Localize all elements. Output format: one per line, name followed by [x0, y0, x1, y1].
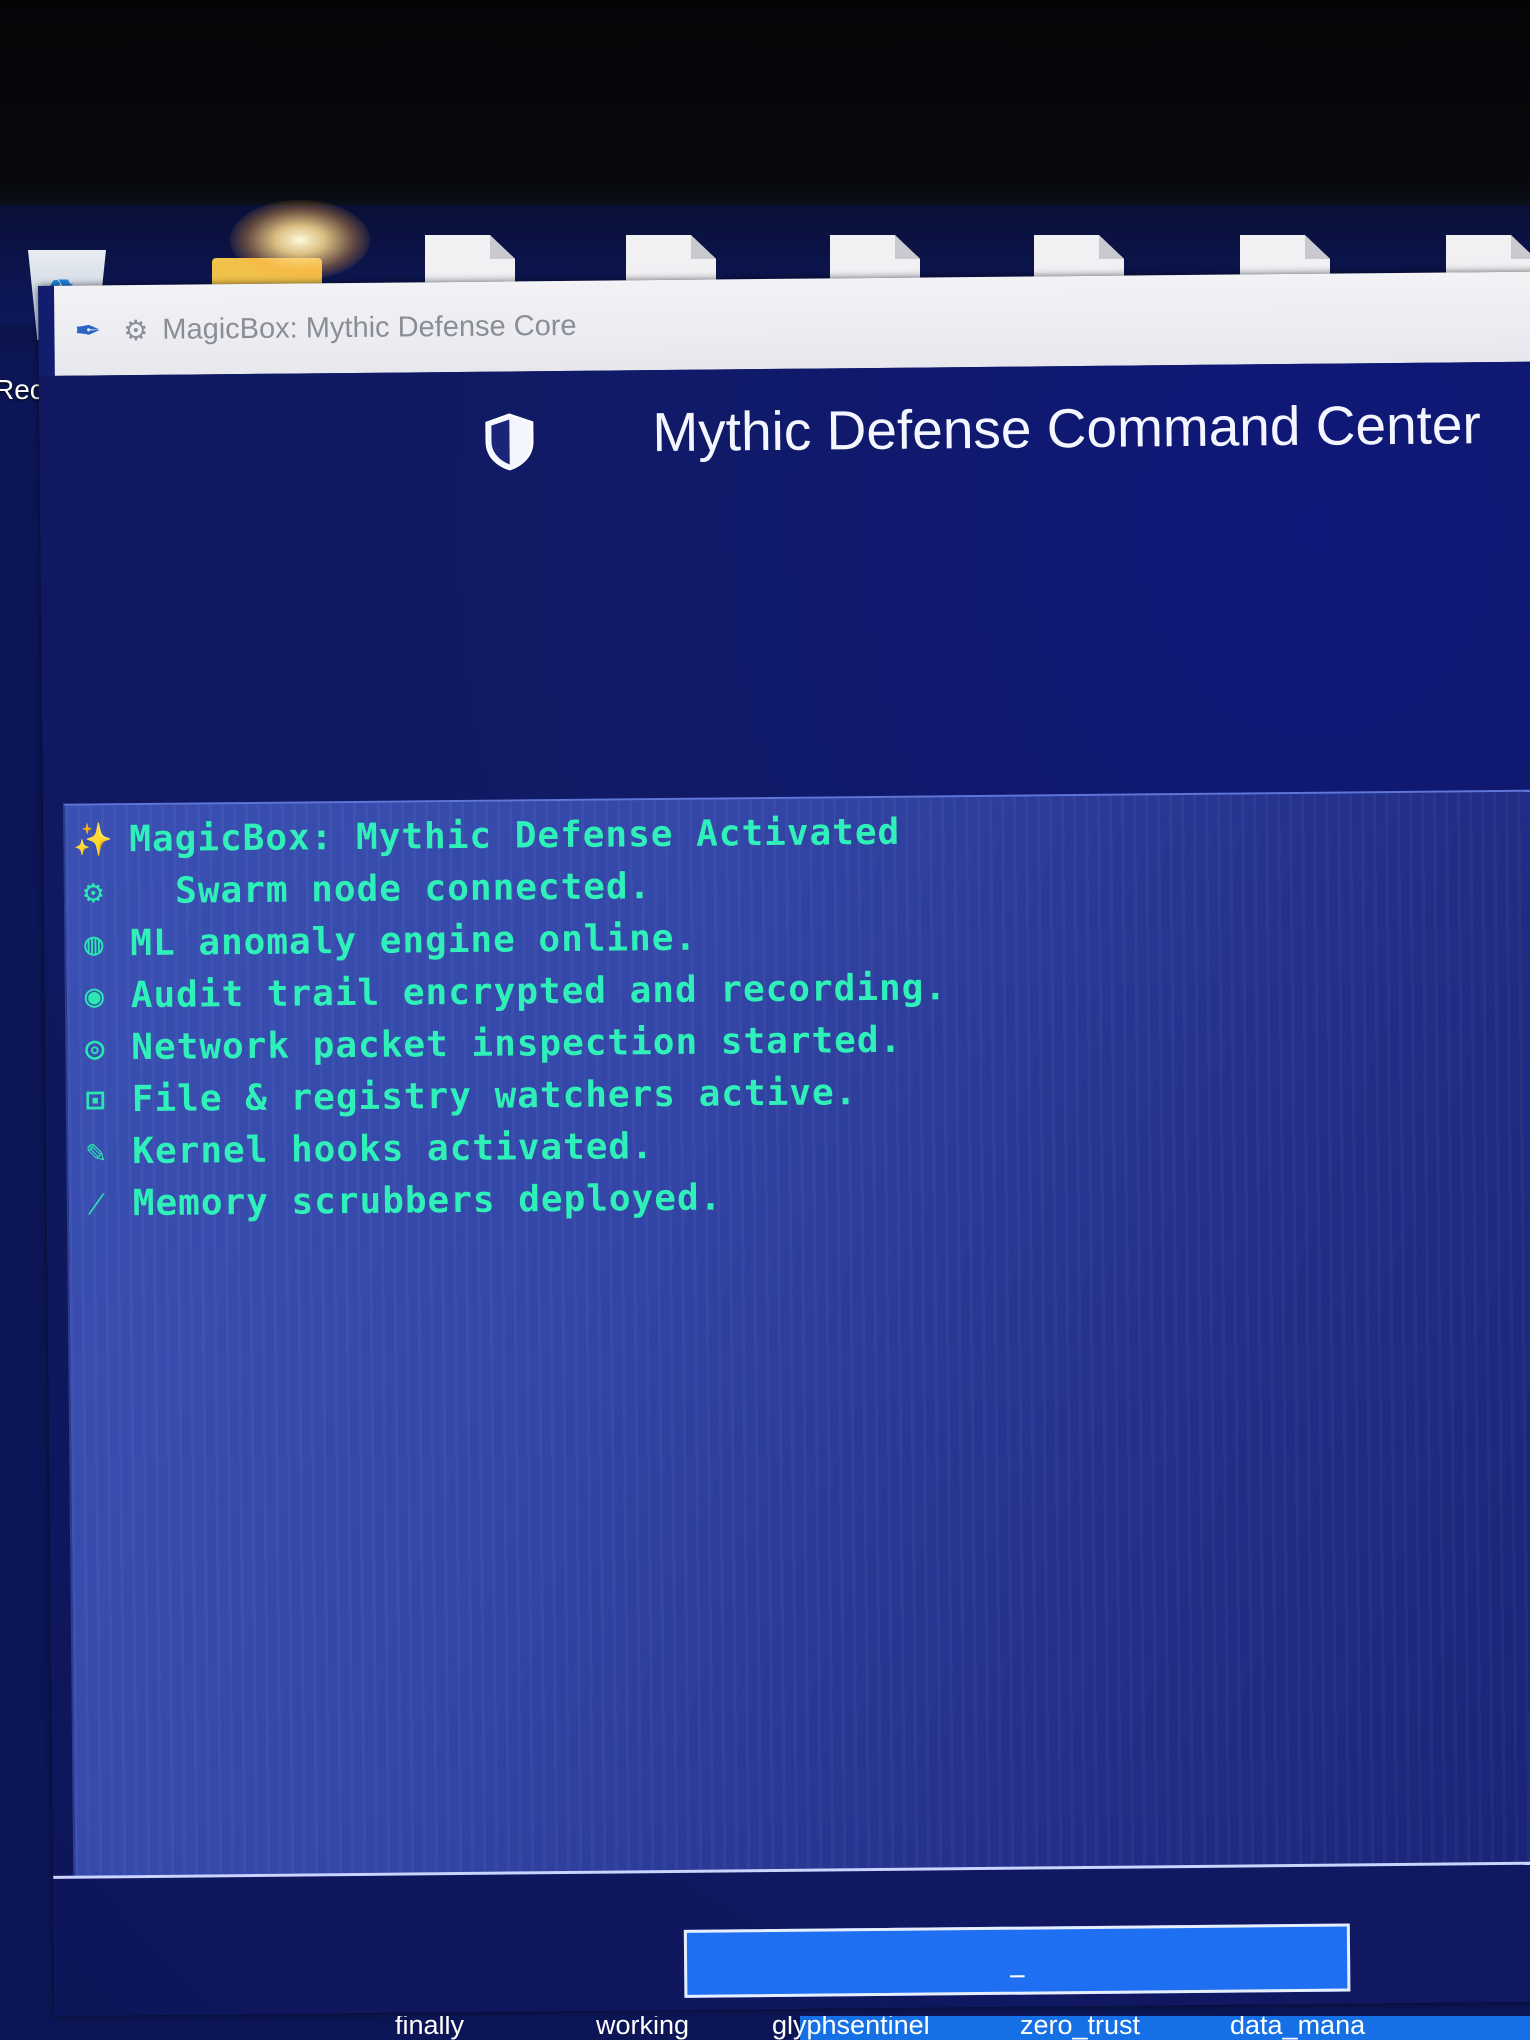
log-entry-text: Network packet inspection started.: [131, 1019, 903, 1068]
globe-icon: ◎: [84, 1028, 106, 1067]
taskbar: finally working glyphsentinel zero_trust…: [0, 2016, 1530, 2040]
page-fold: [1511, 235, 1530, 259]
action-button[interactable]: _: [683, 1923, 1351, 1998]
app-header: Mythic Defense Command Center: [39, 362, 1530, 526]
taskbar-item[interactable]: working: [596, 2016, 689, 2040]
brain-icon: ◍: [83, 924, 105, 963]
log-entry-text: Kernel hooks activated.: [132, 1125, 654, 1172]
window-title: MagicBox: Mythic Defense Core: [162, 309, 577, 346]
log-entry-text: ML anomaly engine online.: [130, 917, 698, 964]
taskbar-item[interactable]: data_mana: [1230, 2016, 1365, 2040]
taskbar-item[interactable]: zero_trust: [1020, 2016, 1140, 2040]
broom-icon: ⁄: [93, 1184, 101, 1223]
log-entry-text: Audit trail encrypted and recording.: [130, 966, 948, 1016]
app-icon: ⚙: [123, 313, 149, 347]
screen: ♻ Recy ✒ ⚙ MagicBox: Mythic Defens: [0, 0, 1530, 2040]
app-window: ✒ ⚙ MagicBox: Mythic Defense Core Mythic…: [38, 271, 1530, 2016]
taskbar-item[interactable]: glyphsentinel: [772, 2016, 930, 2040]
shield-icon: [485, 413, 534, 471]
log-entry-text: Swarm node connected.: [129, 865, 652, 912]
log-entry-text: File & registry watchers active.: [131, 1071, 858, 1120]
page-title: Mythic Defense Command Center: [652, 393, 1482, 464]
feather-icon: ✒: [74, 311, 102, 350]
log-list: ✨ MagicBox: Mythic Defense Activated ⚙ Swa…: [65, 792, 1530, 1230]
syringe-icon: ✎: [85, 1132, 107, 1171]
lock-icon: ⊡: [85, 1080, 107, 1119]
swarm-node-icon: ⚙: [83, 872, 105, 911]
screen-glare: [230, 200, 370, 280]
sparkles-icon: ✨: [72, 820, 114, 859]
activity-log[interactable]: ✨ MagicBox: Mythic Defense Activated ⚙ Swa…: [62, 789, 1530, 1876]
log-entry-text: MagicBox: Mythic Defense Activated: [129, 811, 901, 860]
window-client-area: Mythic Defense Command Center ✨ MagicBox:…: [38, 361, 1530, 2016]
window-titlebar[interactable]: ✒ ⚙ MagicBox: Mythic Defense Core: [53, 271, 1530, 376]
taskbar-item[interactable]: finally: [395, 2016, 464, 2040]
log-entry-text: Memory scrubbers deployed.: [132, 1176, 723, 1224]
record-icon: ◉: [84, 976, 106, 1015]
